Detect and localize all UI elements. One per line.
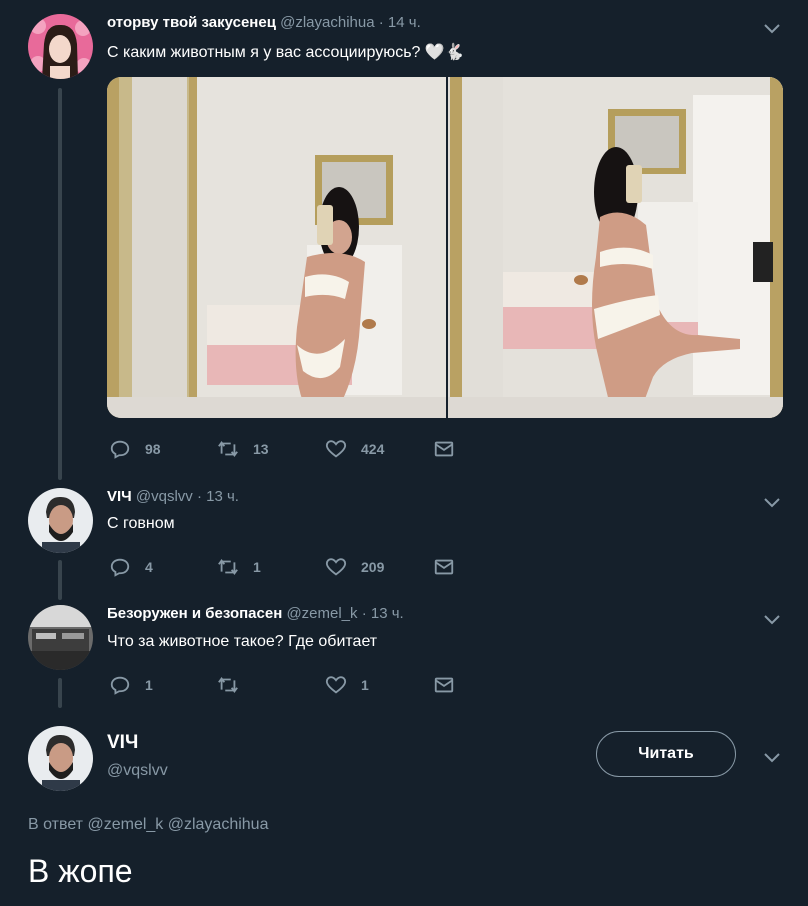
tweet-header: оторву твой закусенец @zlayachihua · 14 … (107, 14, 421, 31)
timestamp[interactable]: 13 ч. (371, 605, 404, 622)
chevron-down-icon[interactable] (762, 747, 782, 767)
tweet-actions: 1 1 (107, 673, 467, 697)
like-button[interactable]: 424 (325, 437, 384, 461)
like-button[interactable]: 1 (325, 673, 369, 697)
dm-button[interactable] (433, 673, 469, 697)
tweet-header: VIЧ @vqslvv · 13 ч. (107, 488, 239, 505)
dm-icon (434, 559, 454, 575)
avatar-vqslvv[interactable] (28, 726, 93, 791)
main-tweet-text: В жопе (28, 853, 133, 889)
tweet-2[interactable]: VIЧ @vqslvv · 13 ч. С говном 4 1 209 (0, 480, 808, 600)
author-handle[interactable]: @zlayachihua (280, 14, 374, 31)
separator: · (196, 488, 202, 505)
reply-icon (110, 440, 130, 459)
like-count: 1 (361, 677, 369, 693)
like-count: 209 (361, 559, 385, 575)
retweet-icon (218, 559, 238, 575)
tweet-header: Безоружен и безопасен @zemel_k · 13 ч. (107, 605, 404, 622)
reply-context: В ответ @zemel_k @zlayachihua (28, 816, 268, 834)
author-name[interactable]: оторву твой закусенец (107, 14, 276, 31)
reply-count: 4 (145, 559, 153, 575)
timestamp[interactable]: 13 ч. (206, 488, 239, 505)
dm-icon (434, 441, 454, 457)
retweet-count: 1 (253, 559, 261, 575)
tweet-text: С каким животным я у вас ассоциируюсь? 🤍… (107, 44, 465, 61)
retweet-count: 13 (253, 441, 269, 457)
dm-button[interactable] (433, 555, 469, 579)
photo-1[interactable] (107, 77, 446, 418)
photo-2[interactable] (448, 77, 783, 418)
retweet-button[interactable]: 13 (217, 437, 269, 461)
author-name[interactable]: VIЧ (107, 732, 138, 754)
like-icon (325, 676, 347, 694)
chevron-down-icon[interactable] (762, 609, 782, 629)
like-icon (325, 440, 347, 458)
author-handle[interactable]: @vqslvv (136, 488, 193, 505)
tweet-actions: 98 13 424 (107, 437, 467, 461)
reply-icon (110, 676, 130, 695)
thread-line (58, 560, 62, 600)
avatar-zlayachihua[interactable] (28, 14, 93, 79)
thread-line (58, 678, 62, 708)
separator: · (378, 14, 384, 31)
reply-button[interactable]: 1 (109, 673, 153, 697)
retweet-button[interactable] (217, 673, 253, 697)
like-button[interactable]: 209 (325, 555, 384, 579)
author-handle[interactable]: @vqslvv (107, 762, 168, 780)
reply-count: 98 (145, 441, 161, 457)
retweet-icon (218, 441, 238, 457)
reply-button[interactable]: 98 (109, 437, 161, 461)
tweet-3[interactable]: Безоружен и безопасен @zemel_k · 13 ч. Ч… (0, 598, 808, 708)
retweet-icon (218, 677, 238, 693)
reply-prefix: В ответ (28, 816, 84, 833)
tweet-text: С говном (107, 515, 175, 532)
chevron-down-icon[interactable] (762, 492, 782, 512)
reply-button[interactable]: 4 (109, 555, 153, 579)
reply-count: 1 (145, 677, 153, 693)
media-grid[interactable] (107, 77, 783, 418)
author-handle[interactable]: @zemel_k (286, 605, 357, 622)
tweet-text: Что за животное такое? Где обитает (107, 633, 378, 650)
reply-to-handles[interactable]: @zemel_k @zlayachihua (87, 816, 268, 833)
reply-icon (110, 558, 130, 577)
avatar-zemel-k[interactable] (28, 605, 93, 670)
timestamp[interactable]: 14 ч. (388, 14, 421, 31)
dm-button[interactable] (433, 437, 469, 461)
follow-button[interactable]: Читать (596, 731, 736, 777)
chevron-down-icon[interactable] (762, 18, 782, 38)
author-name[interactable]: VIЧ (107, 488, 132, 505)
like-count: 424 (361, 441, 385, 457)
tweet-1[interactable]: оторву твой закусенец @zlayachihua · 14 … (0, 0, 808, 480)
retweet-button[interactable]: 1 (217, 555, 261, 579)
thread-line (58, 88, 62, 480)
like-icon (325, 558, 347, 576)
separator: · (361, 605, 367, 622)
author-name[interactable]: Безоружен и безопасен (107, 605, 282, 622)
tweet-actions: 4 1 209 (107, 555, 467, 579)
avatar-vqslvv[interactable] (28, 488, 93, 553)
dm-icon (434, 677, 454, 693)
